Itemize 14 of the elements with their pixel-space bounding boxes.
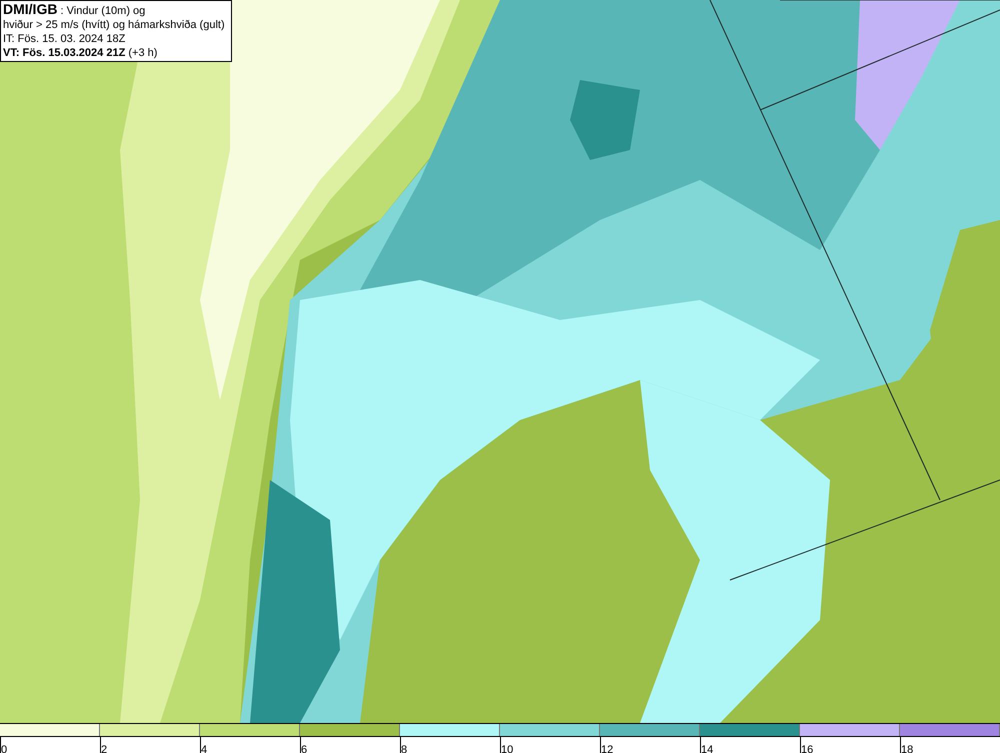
issue-time: IT: Fös. 15. 03. 2024 18Z [3, 32, 126, 46]
legend-tick-label: 8 [401, 744, 408, 753]
legend-tick-label: 0 [1, 744, 8, 753]
legend-tick-label: 18 [901, 744, 914, 753]
legend-tick-label: 4 [201, 744, 208, 753]
legend-tick-label: 16 [801, 744, 814, 753]
legend-tick-label: 14 [701, 744, 714, 753]
valid-time: VT: Fös. 15.03.2024 21Z (+3 h) [3, 46, 158, 60]
legend-tick-label: 12 [601, 744, 614, 753]
legend-tick-label: 2 [101, 744, 108, 753]
map-title: DMI/IGB : Vindur (10m) og [3, 2, 146, 18]
legend-tick-label: 6 [301, 744, 308, 753]
map-subtitle: hviður > 25 m/s (hvítt) og hámarkshviða (gult) [3, 18, 226, 32]
legend-tick-label: 10 [501, 744, 514, 753]
